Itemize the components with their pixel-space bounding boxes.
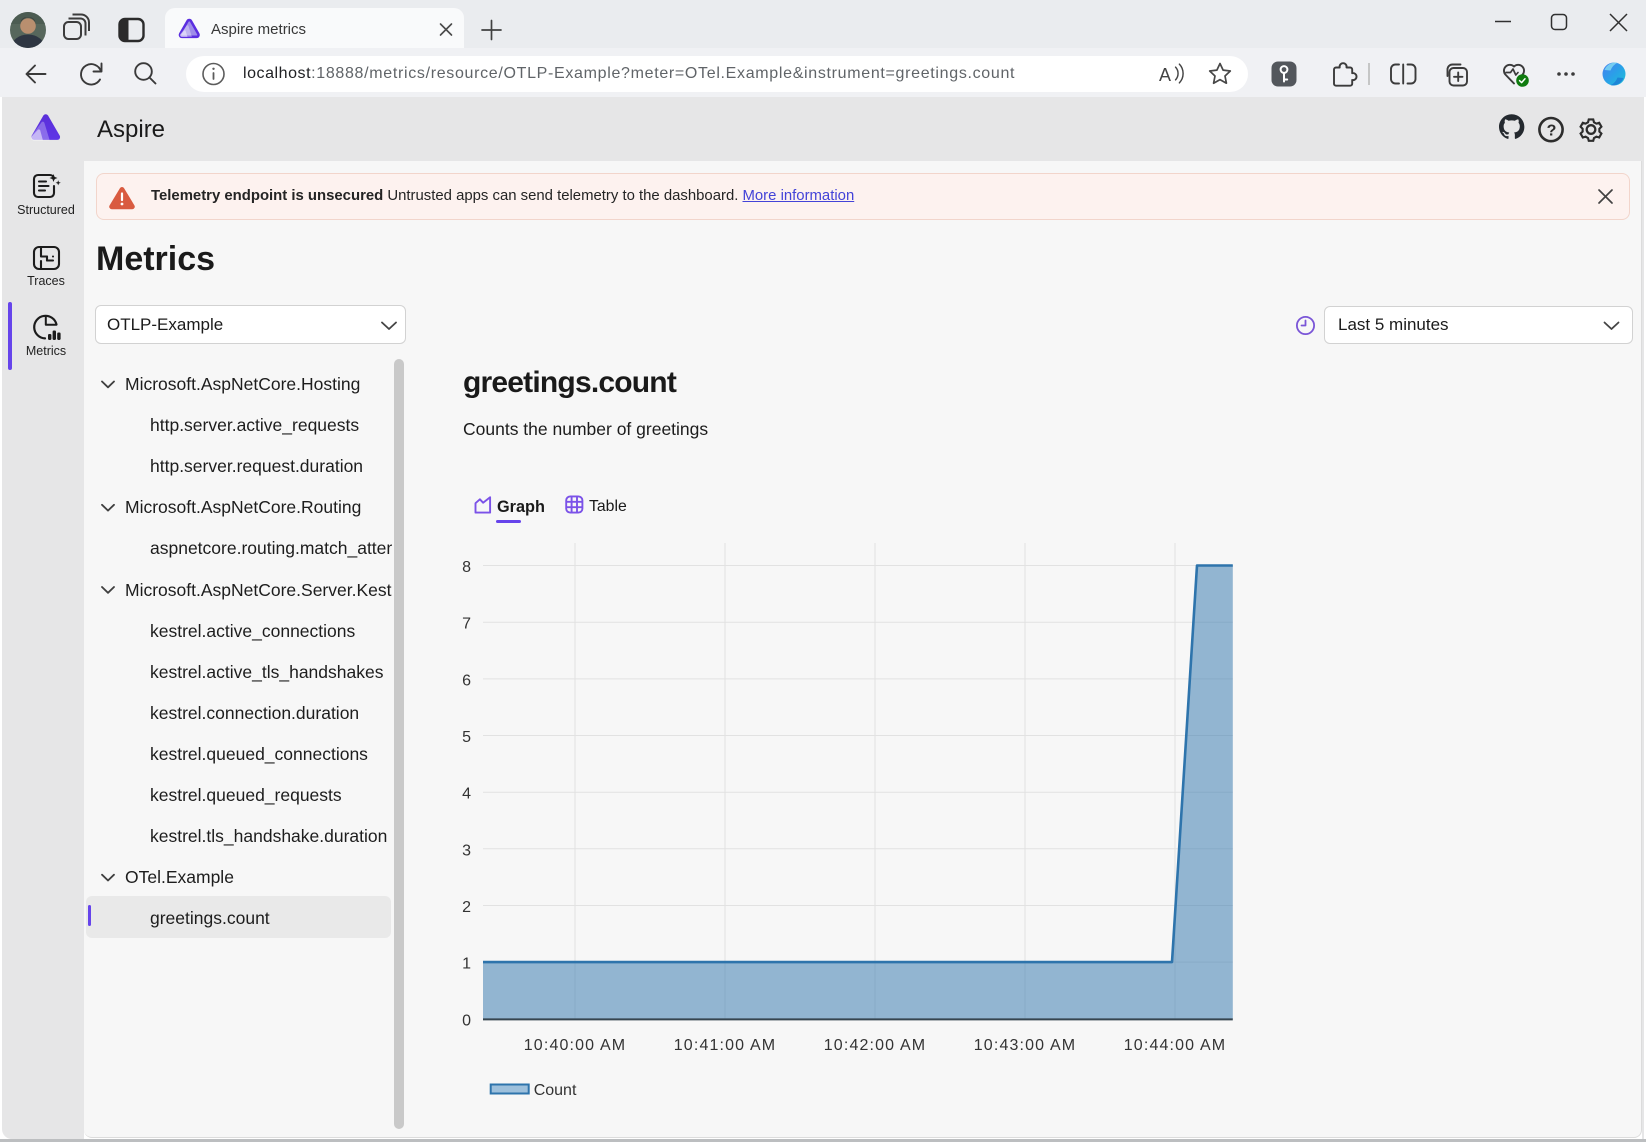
svg-text:8: 8 bbox=[462, 559, 471, 576]
svg-text:7: 7 bbox=[462, 616, 471, 633]
svg-text:Count: Count bbox=[534, 1082, 577, 1099]
svg-text:2: 2 bbox=[462, 899, 471, 916]
svg-text:A: A bbox=[1159, 65, 1171, 85]
svg-text:1: 1 bbox=[462, 956, 471, 973]
svg-text:10:40:00 AM: 10:40:00 AM bbox=[524, 1037, 627, 1054]
svg-text:3: 3 bbox=[462, 842, 471, 859]
svg-text:10:43:00 AM: 10:43:00 AM bbox=[974, 1037, 1077, 1054]
svg-text:5: 5 bbox=[462, 729, 471, 746]
svg-text:10:44:00 AM: 10:44:00 AM bbox=[1124, 1037, 1227, 1054]
svg-text:6: 6 bbox=[462, 672, 471, 689]
svg-text:0: 0 bbox=[462, 1012, 471, 1029]
svg-text:?: ? bbox=[1547, 122, 1557, 139]
svg-text:4: 4 bbox=[462, 786, 471, 803]
svg-text:10:41:00 AM: 10:41:00 AM bbox=[674, 1037, 777, 1054]
svg-text:10:42:00 AM: 10:42:00 AM bbox=[824, 1037, 927, 1054]
